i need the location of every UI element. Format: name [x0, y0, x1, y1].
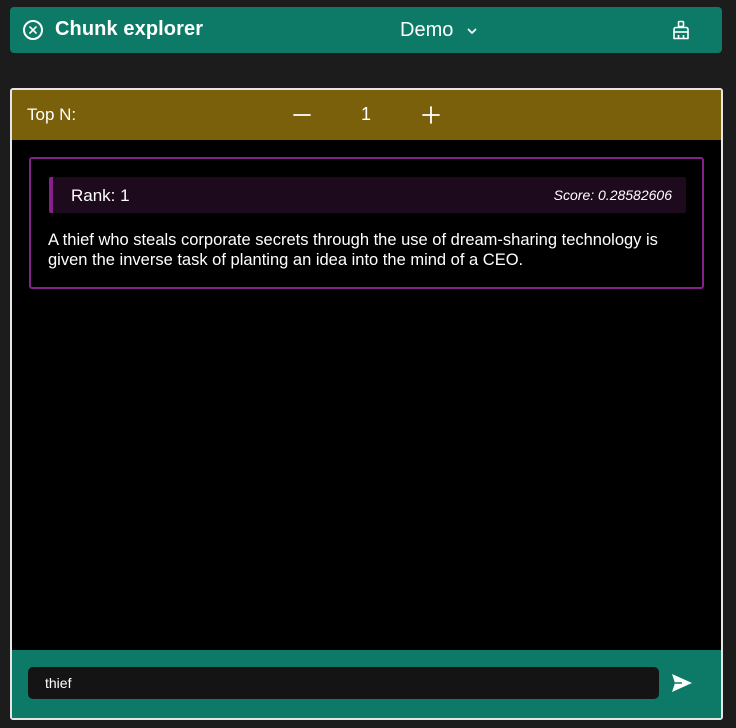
app-header: Chunk explorer Demo [10, 7, 722, 53]
top-n-label: Top N: [27, 105, 77, 124]
result-card: Rank: 1 Score: 0.28582606 A thief who st… [29, 157, 704, 289]
query-input[interactable] [28, 667, 659, 699]
top-n-value: 1 [360, 104, 371, 124]
chevron-down-icon [467, 28, 477, 34]
minus-icon[interactable] [289, 102, 315, 128]
broom-icon[interactable] [670, 19, 692, 41]
send-icon[interactable] [669, 670, 695, 696]
dataset-select[interactable]: Demo [400, 17, 477, 43]
plus-icon[interactable] [418, 102, 444, 128]
result-card-header: Rank: 1 Score: 0.28582606 [49, 177, 686, 213]
close-icon[interactable] [23, 20, 43, 40]
app-title: Chunk explorer [55, 18, 204, 40]
dataset-select-label: Demo [400, 18, 454, 41]
score-label: Score: 0.28582606 [553, 187, 672, 203]
chunk-text: A thief who steals corporate secrets thr… [48, 231, 658, 269]
rank-label: Rank: 1 [71, 186, 130, 205]
top-n-bar: Top N: 1 [12, 90, 721, 140]
results-panel: Top N: 1 Rank: 1 Score: 0.28582606 A thi… [10, 88, 723, 720]
query-bar [12, 650, 721, 718]
